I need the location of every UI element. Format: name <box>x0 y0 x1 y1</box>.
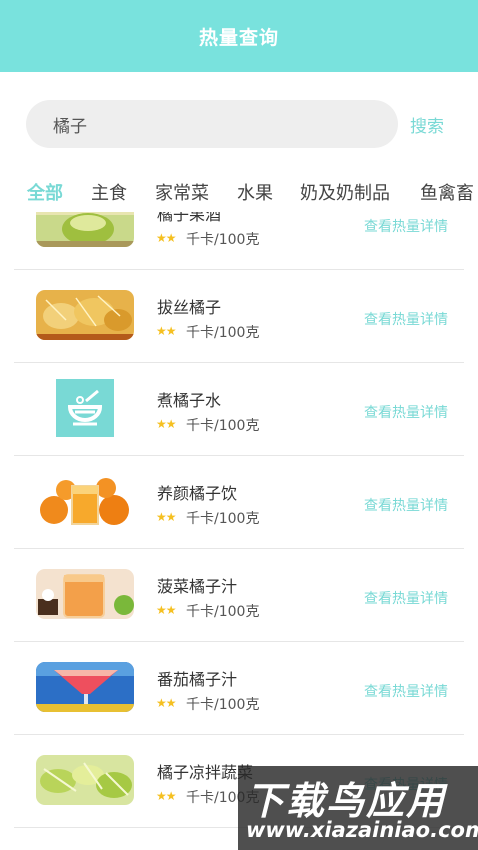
tab-dairy[interactable]: 奶及奶制品 <box>300 179 390 205</box>
view-detail-link[interactable]: 查看热量详情 <box>364 402 448 422</box>
rating-stars: ★★ <box>156 510 176 524</box>
juice-cup-photo <box>36 569 134 619</box>
rating-stars: ★★ <box>156 789 176 803</box>
food-name: 煮橘子水 <box>157 391 222 410</box>
food-list: 橘子果酒 ★★ 千卡/100克 查看热量详情 拔丝橘子 ★★ 千卡/100克 查… <box>0 212 478 850</box>
rating-stars: ★★ <box>156 696 176 710</box>
tab-home-dishes[interactable]: 家常菜 <box>155 179 209 205</box>
rating-stars: ★★ <box>156 603 176 617</box>
juice-glass-photo <box>36 212 134 247</box>
tab-all[interactable]: 全部 <box>27 179 63 205</box>
category-tabs: 全部 主食 家常菜 水果 奶及奶制品 鱼禽畜 <box>0 172 478 212</box>
list-item[interactable]: 煮橘子水 ★★ 千卡/100克 查看热量详情 <box>0 363 478 456</box>
view-detail-link[interactable]: 查看热量详情 <box>364 309 448 329</box>
food-name: 菠菜橘子汁 <box>157 577 238 596</box>
app-header: 热量查询 <box>0 0 478 72</box>
search-button[interactable]: 搜索 <box>410 112 444 137</box>
food-name: 养颜橘子饮 <box>157 484 238 503</box>
search-input[interactable]: 橘子 <box>26 100 398 148</box>
list-item[interactable]: 养颜橘子饮 ★★ 千卡/100克 查看热量详情 <box>0 456 478 549</box>
tab-fruit[interactable]: 水果 <box>237 179 273 205</box>
view-detail-link[interactable]: 查看热量详情 <box>364 495 448 515</box>
search-input-value: 橘子 <box>53 116 87 137</box>
calorie-unit: 千卡/100克 <box>186 511 260 527</box>
watermark-title: 下载鸟应用 <box>246 779 447 823</box>
calorie-unit: 千卡/100克 <box>186 232 260 248</box>
rating-stars: ★★ <box>156 324 176 338</box>
watermark-url: www.xiazainiao.com <box>246 818 478 842</box>
food-name: 番茄橘子汁 <box>157 670 238 689</box>
list-item[interactable]: 橘子果酒 ★★ 千卡/100克 查看热量详情 <box>0 212 478 270</box>
page-title: 热量查询 <box>198 26 279 49</box>
site-watermark: 下载鸟应用 www.xiazainiao.com <box>238 766 478 850</box>
list-item[interactable]: 番茄橘子汁 ★★ 千卡/100克 查看热量详情 <box>0 642 478 735</box>
view-detail-link[interactable]: 查看热量详情 <box>364 588 448 608</box>
view-detail-link[interactable]: 查看热量详情 <box>364 216 448 236</box>
tab-meat[interactable]: 鱼禽畜 <box>420 179 474 205</box>
search-bar: 橘子 搜索 <box>0 100 478 150</box>
bowl-placeholder-icon <box>56 379 114 437</box>
view-detail-link[interactable]: 查看热量详情 <box>364 681 448 701</box>
food-name: 拔丝橘子 <box>157 298 222 317</box>
fried-dessert-photo <box>36 290 134 340</box>
orange-juice-photo <box>36 476 134 526</box>
calorie-unit: 千卡/100克 <box>186 325 260 341</box>
list-item[interactable]: 拔丝橘子 ★★ 千卡/100克 查看热量详情 <box>0 270 478 363</box>
rating-stars: ★★ <box>156 417 176 431</box>
cabbage-salad-photo <box>36 755 134 805</box>
calorie-unit: 千卡/100克 <box>186 418 260 434</box>
calorie-unit: 千卡/100克 <box>186 697 260 713</box>
tab-staple[interactable]: 主食 <box>91 179 127 205</box>
food-name: 橘子果酒 <box>157 212 222 224</box>
list-item[interactable]: 菠菜橘子汁 ★★ 千卡/100克 查看热量详情 <box>0 549 478 642</box>
rating-stars: ★★ <box>156 231 176 245</box>
calorie-unit: 千卡/100克 <box>186 604 260 620</box>
cocktail-photo <box>36 662 134 712</box>
